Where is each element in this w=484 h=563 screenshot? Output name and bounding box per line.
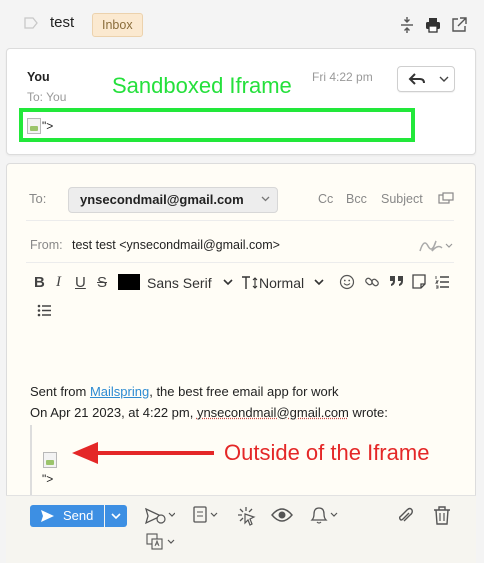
bulleted-list-icon[interactable] <box>37 304 52 317</box>
trash-icon[interactable] <box>433 506 453 526</box>
chevron-down-icon <box>111 513 121 520</box>
reply-options-chevron-icon <box>439 76 449 82</box>
underline-button[interactable]: U <box>75 274 86 291</box>
print-icon[interactable] <box>424 16 442 34</box>
translate-icon[interactable] <box>146 533 175 553</box>
message-sender[interactable]: You <box>27 70 50 84</box>
size-dropdown-chevron-icon[interactable] <box>314 279 324 286</box>
send-options-button[interactable] <box>105 505 127 527</box>
recipient-email[interactable]: ynsecondmail@gmail.com <box>80 192 244 207</box>
cc-button[interactable]: Cc <box>318 192 333 206</box>
message-recipients[interactable]: To: You <box>27 90 66 104</box>
outside-iframe-annotation: Outside of the Iframe <box>224 440 430 465</box>
text-color-picker[interactable] <box>118 274 140 290</box>
thread-subject: test <box>50 14 75 31</box>
numbered-list-icon[interactable] <box>435 275 450 289</box>
bcc-button[interactable]: Bcc <box>346 192 367 206</box>
read-receipt-eye-icon[interactable] <box>271 507 293 527</box>
send-label: Send <box>63 508 94 523</box>
send-icon <box>41 510 54 522</box>
broken-image-icon <box>43 452 57 468</box>
font-dropdown-chevron-icon[interactable] <box>223 279 233 286</box>
reminder-icon[interactable] <box>192 506 218 526</box>
font-family-select[interactable]: Sans Serif <box>147 275 212 291</box>
send-button[interactable]: Send <box>30 505 104 527</box>
divider <box>26 262 454 263</box>
template-icon[interactable] <box>412 274 426 289</box>
annotation-arrow <box>72 441 216 465</box>
divider <box>26 220 454 221</box>
quoted-text: "> <box>42 472 54 486</box>
broken-image-icon <box>27 118 41 134</box>
recipient-dropdown-icon[interactable] <box>261 196 270 202</box>
to-label: To: <box>29 191 47 206</box>
send-later-icon[interactable] <box>145 507 175 527</box>
signature-icon[interactable] <box>418 236 454 254</box>
sandboxed-iframe-highlight <box>19 108 415 142</box>
font-size-select[interactable]: Normal <box>259 275 304 291</box>
message-date: Fri 4:22 pm <box>312 70 373 84</box>
signature-suffix: , the best free email app for work <box>149 384 339 399</box>
blockquote-icon[interactable] <box>389 274 404 288</box>
expand-collapse-icon[interactable] <box>398 16 416 34</box>
label-tag-icon[interactable] <box>24 16 38 30</box>
bold-button[interactable]: B <box>34 274 45 291</box>
signature-line: Sent from Mailspring, the best free emai… <box>30 384 339 399</box>
link-icon[interactable] <box>364 274 380 290</box>
mailspring-link[interactable]: Mailspring <box>90 384 149 399</box>
signature-prefix: Sent from <box>30 384 90 399</box>
notification-bell-icon[interactable] <box>309 506 338 526</box>
quote-bar <box>30 425 32 495</box>
attachment-icon[interactable] <box>396 507 416 527</box>
quote-suffix: wrote: <box>348 405 388 420</box>
text-size-icon <box>241 276 258 290</box>
italic-button[interactable]: I <box>56 274 61 291</box>
reply-icon <box>408 73 425 85</box>
quote-attribution: On Apr 21 2023, at 4:22 pm, ynsecondmail… <box>30 405 388 420</box>
strikethrough-button[interactable]: S <box>97 274 107 291</box>
from-account-select[interactable]: test test <ynsecondmail@gmail.com> <box>72 238 280 252</box>
inbox-badge[interactable]: Inbox <box>92 13 143 37</box>
subject-toggle-button[interactable]: Subject <box>381 192 423 206</box>
iframe-text: "> <box>42 119 54 133</box>
reply-button[interactable] <box>397 66 455 92</box>
popout-composer-icon[interactable] <box>438 192 454 204</box>
quote-email: ynsecondmail@gmail.com <box>196 405 349 420</box>
emoji-icon[interactable] <box>339 274 355 290</box>
quote-prefix: On Apr 21 2023, at 4:22 pm, <box>30 405 197 420</box>
from-label: From: <box>30 238 63 252</box>
popout-icon[interactable] <box>450 16 468 34</box>
iframe-content: "> <box>27 118 53 134</box>
sandboxed-iframe-annotation: Sandboxed Iframe <box>112 73 292 98</box>
link-tracking-icon[interactable] <box>237 506 257 526</box>
